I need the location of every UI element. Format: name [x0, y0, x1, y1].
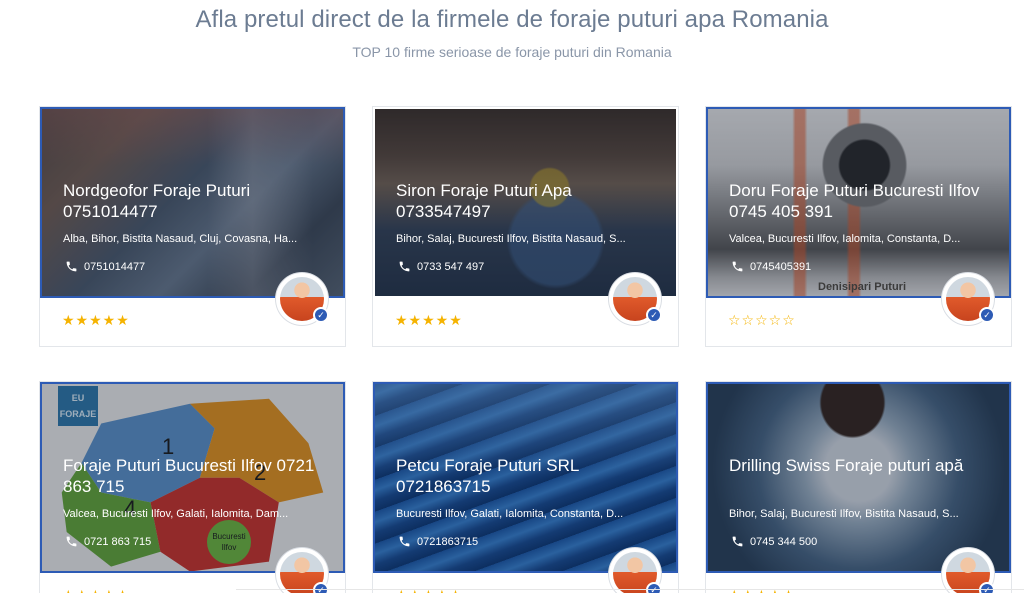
listing-locations: Valcea, Bucuresti Ilfov, Galati, Ialomit… [63, 508, 289, 520]
listing-phone[interactable]: 0721863715 [398, 535, 478, 548]
listing-card[interactable]: Petcu Foraje Puturi SRL 0721863715 Bucur… [372, 381, 679, 593]
listing-title[interactable]: Foraje Puturi Bucuresti Ilfov 0721 863 7… [63, 455, 333, 497]
listing-phone[interactable]: 0745 344 500 [731, 535, 817, 548]
listing-image[interactable]: EU FORAJE 1 2 4 Bucuresti Ilfov Foraje Put… [40, 382, 345, 573]
divider [236, 589, 1024, 590]
listing-title[interactable]: Siron Foraje Puturi Apa 0733547497 [396, 180, 666, 222]
rating-stars: ★★★★★ [395, 312, 463, 328]
phone-icon [66, 261, 77, 272]
phone-icon [732, 536, 743, 547]
listing-locations: Valcea, Bucuresti Ilfov, Ialomita, Const… [729, 233, 961, 245]
verified-check-icon: ✓ [646, 307, 662, 323]
rating-stars: ★★★★★ [62, 587, 130, 593]
phone-number[interactable]: 0733 547 497 [417, 261, 484, 273]
verified-check-icon: ✓ [313, 307, 329, 323]
rating-stars: ★★★★★ [728, 587, 796, 593]
phone-icon [399, 261, 410, 272]
phone-icon [399, 536, 410, 547]
verified-check-icon: ✓ [313, 582, 329, 593]
phone-icon [66, 536, 77, 547]
listing-phone[interactable]: 0721 863 715 [65, 535, 151, 548]
listing-locations: Bucuresti Ilfov, Galati, Ialomita, Const… [396, 508, 624, 520]
listing-image[interactable]: Nordgeofor Foraje Puturi 0751014477 Alba… [40, 107, 345, 298]
listing-title[interactable]: Doru Foraje Puturi Bucuresti Ilfov 0745 … [729, 180, 999, 222]
listing-card[interactable]: Doru Foraje Puturi Bucuresti Ilfov 0745 … [705, 106, 1012, 347]
phone-number[interactable]: 0745 344 500 [750, 536, 817, 548]
rating-stars: ★★★★★ [62, 312, 130, 328]
listing-card[interactable]: EU FORAJE 1 2 4 Bucuresti Ilfov Foraje Put… [39, 381, 346, 593]
phone-number[interactable]: 0721 863 715 [84, 536, 151, 548]
listing-title[interactable]: Nordgeofor Foraje Puturi 0751014477 [63, 180, 333, 222]
rating-stars: ★★★★★ [395, 587, 463, 593]
phone-icon [732, 261, 743, 272]
page-subtitle: TOP 10 firme serioase de foraje puturi d… [352, 44, 672, 60]
listing-locations: Alba, Bihor, Bistita Nasaud, Cluj, Covas… [63, 233, 298, 245]
listing-image[interactable]: Drilling Swiss Foraje puturi apă Bihor, … [706, 382, 1011, 573]
listing-card[interactable]: Drilling Swiss Foraje puturi apă Bihor, … [705, 381, 1012, 593]
image-caption: Denisipari Puturi [818, 281, 907, 293]
phone-number[interactable]: 0721863715 [417, 536, 478, 548]
listing-phone[interactable]: 0751014477 [65, 260, 145, 273]
phone-number[interactable]: 0751014477 [84, 261, 145, 273]
verified-check-icon: ✓ [979, 307, 995, 323]
listing-card[interactable]: Siron Foraje Puturi Apa 0733547497 Bihor… [372, 106, 679, 347]
listing-image[interactable]: Siron Foraje Puturi Apa 0733547497 Bihor… [373, 107, 678, 298]
phone-number[interactable]: 0745405391 [750, 261, 811, 273]
listing-title[interactable]: Petcu Foraje Puturi SRL 0721863715 [396, 455, 666, 497]
listing-phone[interactable]: 0745405391 [731, 260, 811, 273]
listing-title[interactable]: Drilling Swiss Foraje puturi apă [729, 455, 999, 476]
rating-stars: ☆☆☆☆☆ [728, 312, 796, 328]
listing-image[interactable]: Petcu Foraje Puturi SRL 0721863715 Bucur… [373, 382, 678, 573]
listing-locations: Bihor, Salaj, Bucuresti Ilfov, Bistita N… [396, 233, 626, 245]
listing-card[interactable]: Nordgeofor Foraje Puturi 0751014477 Alba… [39, 106, 346, 347]
listing-image[interactable]: Doru Foraje Puturi Bucuresti Ilfov 0745 … [706, 107, 1011, 298]
verified-check-icon: ✓ [979, 582, 995, 593]
listing-locations: Bihor, Salaj, Bucuresti Ilfov, Bistita N… [729, 508, 959, 520]
verified-check-icon: ✓ [646, 582, 662, 593]
listing-phone[interactable]: 0733 547 497 [398, 260, 484, 273]
page-title: Afla pretul direct de la firmele de fora… [195, 6, 829, 33]
